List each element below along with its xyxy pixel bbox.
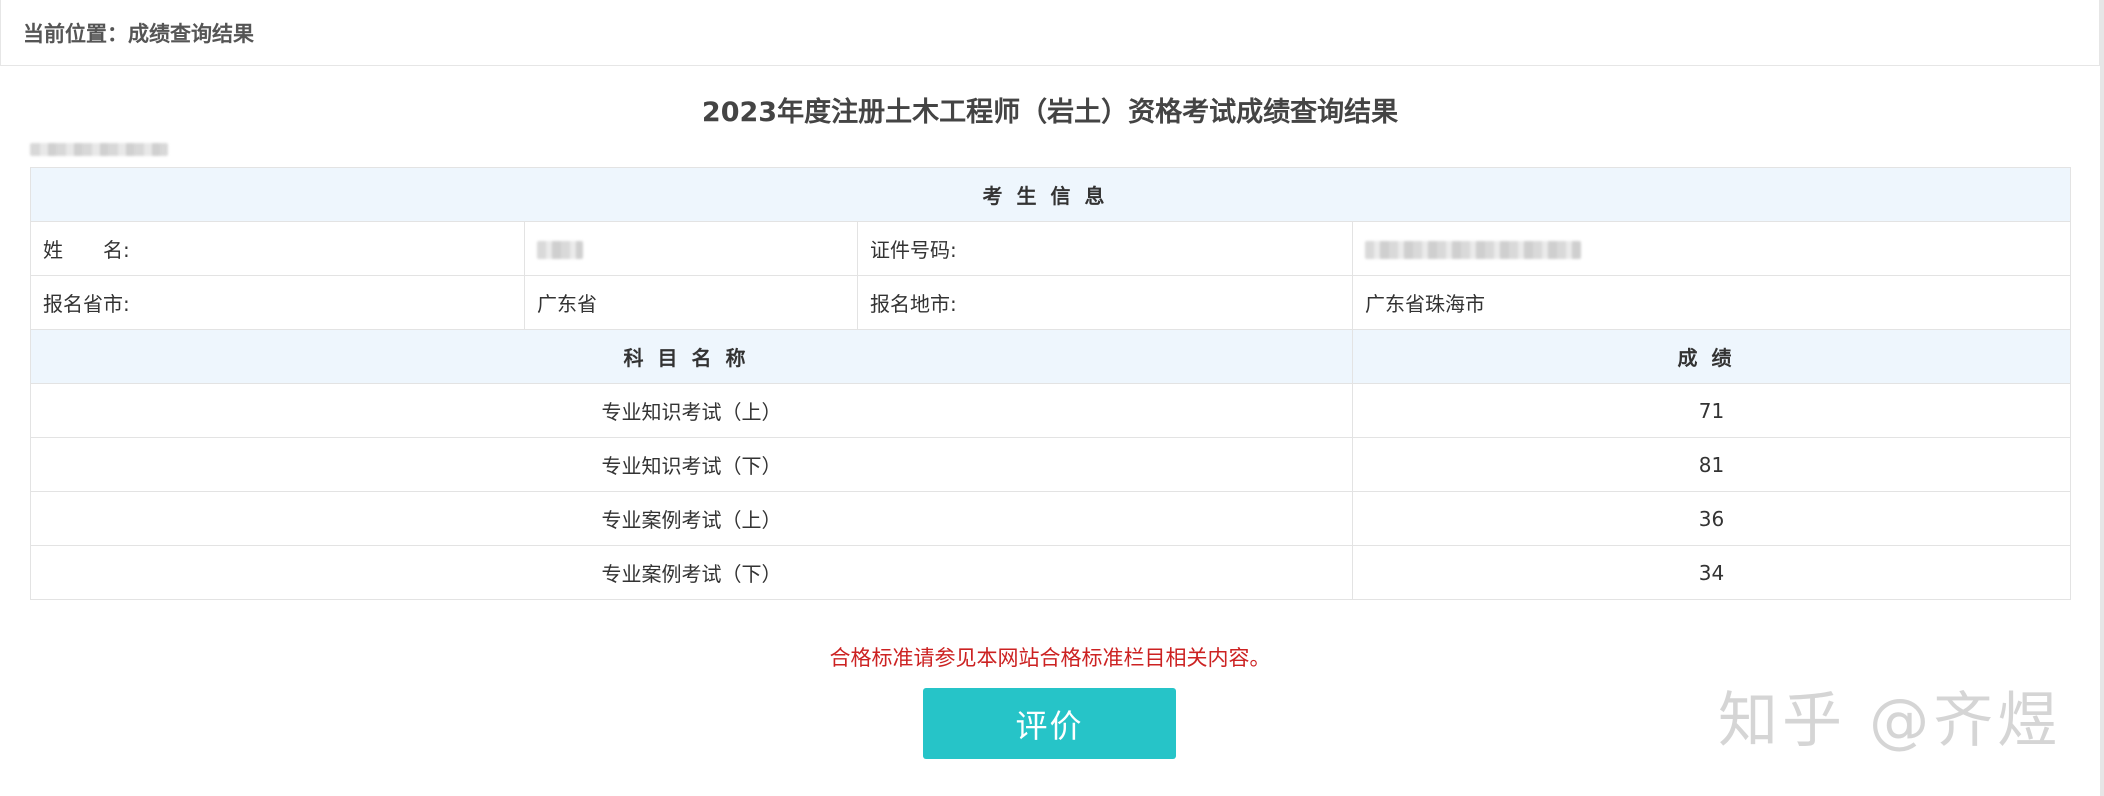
table-row: 专业知识考试（下） 81 bbox=[30, 437, 2071, 492]
pass-standard-notice: 合格标准请参见本网站合格标准栏目相关内容。 bbox=[829, 646, 1271, 670]
subject-header: 科目名称 bbox=[30, 329, 1353, 384]
watermark: 知乎 @齐煜 bbox=[1718, 686, 2062, 756]
id-label: 证件号码: bbox=[857, 221, 1353, 276]
candidate-row-name: 姓 名: 证件号码: bbox=[30, 221, 2071, 276]
redacted-reference bbox=[30, 143, 168, 156]
candidate-row-location: 报名省市: 广东省 报名地市: 广东省珠海市 bbox=[30, 275, 2071, 330]
redacted-id-number bbox=[1365, 241, 1581, 259]
page-title: 2023年度注册土木工程师（岩土）资格考试成绩查询结果 bbox=[701, 97, 1399, 128]
evaluate-button[interactable]: 评价 bbox=[923, 688, 1176, 759]
scores-header-row: 科目名称 成绩 bbox=[30, 329, 2071, 384]
table-row: 专业案例考试（下） 34 bbox=[30, 545, 2071, 600]
name-label: 姓 名: bbox=[30, 221, 525, 276]
candidate-info-header: 考生信息 bbox=[30, 167, 2071, 222]
breadcrumb-text: 当前位置：成绩查询结果 bbox=[23, 21, 254, 46]
score-result-page: 当前位置：成绩查询结果 2023年度注册土木工程师（岩土）资格考试成绩查询结果 … bbox=[0, 0, 2104, 796]
table-row: 专业案例考试（上） 36 bbox=[30, 491, 2071, 546]
subject-cell: 专业知识考试（上） bbox=[30, 383, 1353, 438]
scrollbar-track[interactable] bbox=[2100, 0, 2104, 796]
table-row: 专业知识考试（上） 71 bbox=[30, 383, 2071, 438]
subject-cell: 专业知识考试（下） bbox=[30, 437, 1353, 492]
score-cell: 36 bbox=[1352, 491, 2071, 546]
province-label: 报名省市: bbox=[30, 275, 525, 330]
score-cell: 34 bbox=[1352, 545, 2071, 600]
name-value bbox=[524, 221, 858, 276]
subject-cell: 专业案例考试（下） bbox=[30, 545, 1353, 600]
score-header: 成绩 bbox=[1352, 329, 2071, 384]
redacted-name bbox=[537, 241, 583, 259]
location-label: 报名地市: bbox=[857, 275, 1353, 330]
score-cell: 71 bbox=[1352, 383, 2071, 438]
location-value: 广东省珠海市 bbox=[1352, 275, 2071, 330]
province-value: 广东省 bbox=[524, 275, 858, 330]
id-value bbox=[1352, 221, 2071, 276]
candidate-info-header-row: 考生信息 bbox=[30, 167, 2071, 222]
result-table: 考生信息 姓 名: 证件号码: 报名省市: 广东省 报名地市: 广东省珠海市 科… bbox=[30, 167, 2071, 600]
breadcrumb: 当前位置：成绩查询结果 bbox=[0, 0, 2100, 66]
subject-cell: 专业案例考试（上） bbox=[30, 491, 1353, 546]
score-cell: 81 bbox=[1352, 437, 2071, 492]
